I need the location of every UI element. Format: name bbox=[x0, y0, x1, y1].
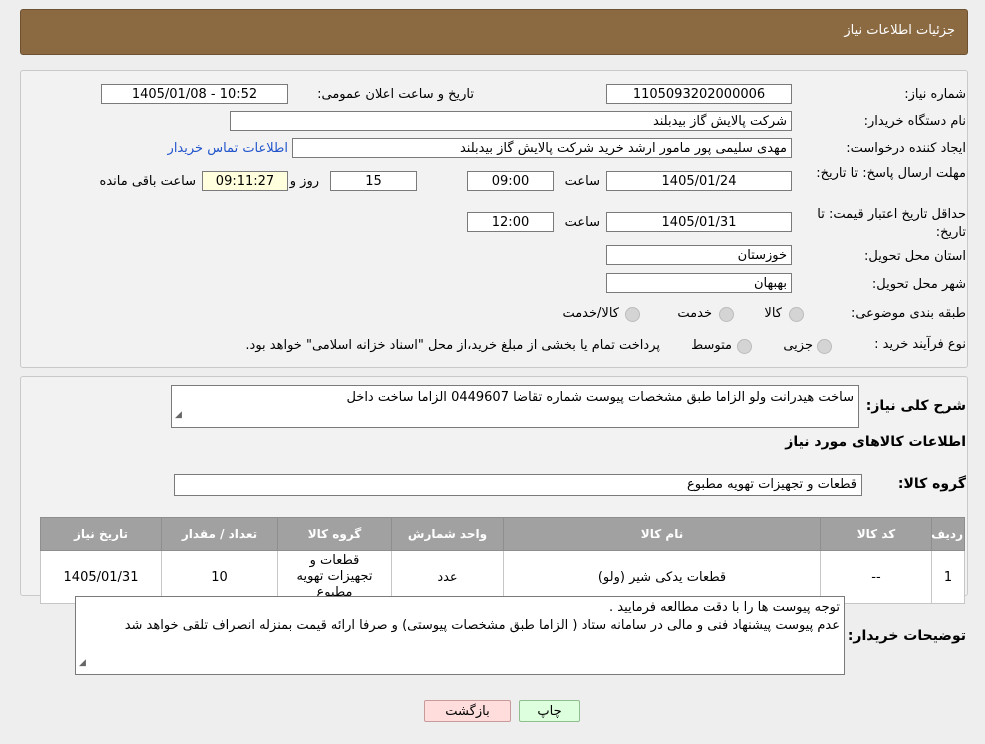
process-radio-minor[interactable] bbox=[817, 339, 832, 354]
col-header-qty: تعداد / مقدار bbox=[161, 517, 278, 551]
category-radio-goods-service[interactable] bbox=[625, 307, 640, 322]
deadline-date-field: 1405/01/24 bbox=[606, 171, 792, 191]
page-header: جزئیات اطلاعات نیاز bbox=[20, 9, 968, 55]
group-field: قطعات و تجهیزات تهویه مطبوع bbox=[174, 474, 862, 496]
deadline-time-field: 09:00 bbox=[467, 171, 554, 191]
category-label: طبقه بندی موضوعی: bbox=[850, 306, 966, 321]
buyer-org-label: نام دستگاه خریدار: bbox=[863, 114, 966, 129]
process-note: پرداخت تمام یا بخشی از مبلغ خرید،از محل … bbox=[245, 338, 660, 353]
col-header-row-num: ردیف bbox=[931, 517, 965, 551]
category-option-goods: کالا bbox=[764, 306, 782, 321]
need-number-label: شماره نیاز: bbox=[904, 87, 966, 102]
announce-label: تاریخ و ساعت اعلان عمومی: bbox=[317, 87, 474, 102]
group-label: گروه کالا: bbox=[897, 476, 966, 492]
validity-time-field: 12:00 bbox=[467, 212, 554, 232]
deadline-label: مهلت ارسال پاسخ: تا تاریخ: bbox=[816, 166, 966, 181]
summary-text: ساخت هیدرانت ولو الزاما طبق مشخصات پیوست… bbox=[346, 390, 854, 405]
col-header-date: تاریخ نیاز bbox=[40, 517, 162, 551]
col-header-code: کد کالا bbox=[820, 517, 932, 551]
buyer-notes-textarea[interactable]: توجه پیوست ها را با دقت مطالعه فرمایید .… bbox=[75, 596, 845, 675]
validity-label: حداقل تاریخ اعتبار قیمت: تا تاریخ: bbox=[817, 207, 966, 240]
buyer-notes-line1: توجه پیوست ها را با دقت مطالعه فرمایید . bbox=[609, 600, 840, 615]
print-button[interactable]: چاپ bbox=[519, 700, 580, 722]
creator-label: ایجاد کننده درخواست: bbox=[846, 141, 966, 156]
province-field: خوزستان bbox=[606, 245, 792, 265]
creator-field: مهدی سلیمی پور مامور ارشد خرید شرکت پالا… bbox=[292, 138, 792, 158]
process-option-medium: متوسط bbox=[691, 338, 732, 353]
col-header-unit: واحد شمارش bbox=[391, 517, 504, 551]
process-option-minor: جزیی bbox=[783, 338, 813, 353]
province-label: استان محل تحویل: bbox=[864, 249, 966, 264]
col-header-name: نام کالا bbox=[503, 517, 821, 551]
need-number-field: 1105093202000006 bbox=[606, 84, 792, 104]
resize-handle-icon[interactable]: ◢ bbox=[175, 405, 182, 425]
city-field: بهبهان bbox=[606, 273, 792, 293]
resize-handle-icon[interactable]: ◢ bbox=[79, 654, 86, 672]
buyer-notes-label: توضیحات خریدار: bbox=[847, 628, 966, 644]
category-option-goods-service: کالا/خدمت bbox=[562, 306, 619, 321]
process-radio-medium[interactable] bbox=[737, 339, 752, 354]
summary-textarea[interactable]: ساخت هیدرانت ولو الزاما طبق مشخصات پیوست… bbox=[171, 385, 859, 428]
validity-date-field: 1405/01/31 bbox=[606, 212, 792, 232]
announce-field: 1405/01/08 - 10:52 bbox=[101, 84, 288, 104]
category-option-service: خدمت bbox=[677, 306, 712, 321]
process-label: نوع فرآیند خرید : bbox=[874, 337, 966, 352]
deadline-time-label: ساعت bbox=[564, 174, 600, 189]
remaining-time-field: 09:11:27 bbox=[202, 171, 288, 191]
cell-row-num: 1 bbox=[931, 550, 965, 604]
remaining-label: ساعت باقی مانده bbox=[99, 174, 196, 189]
summary-label: شرح کلی نیاز: bbox=[865, 398, 966, 414]
table-header-row: ردیف کد کالا نام کالا واحد شمارش گروه کا… bbox=[40, 517, 965, 551]
contact-buyer-link[interactable]: اطلاعات تماس خریدار bbox=[168, 141, 288, 156]
days-field: 15 bbox=[330, 171, 417, 191]
category-radio-goods[interactable] bbox=[789, 307, 804, 322]
items-table: ردیف کد کالا نام کالا واحد شمارش گروه کا… bbox=[40, 517, 965, 604]
days-label: روز و bbox=[289, 174, 319, 189]
page-title: جزئیات اطلاعات نیاز bbox=[844, 23, 955, 38]
city-label: شهر محل تحویل: bbox=[871, 277, 966, 292]
category-radio-service[interactable] bbox=[719, 307, 734, 322]
col-header-group: گروه کالا bbox=[277, 517, 392, 551]
buyer-notes-line2: عدم پیوست پیشنهاد فنی و مالی در سامانه س… bbox=[124, 618, 840, 633]
back-button[interactable]: بازگشت bbox=[424, 700, 511, 722]
items-title: اطلاعات کالاهای مورد نیاز bbox=[785, 434, 966, 450]
validity-time-label: ساعت bbox=[564, 215, 600, 230]
buyer-org-field: شرکت پالایش گاز بیدبلند bbox=[230, 111, 792, 131]
